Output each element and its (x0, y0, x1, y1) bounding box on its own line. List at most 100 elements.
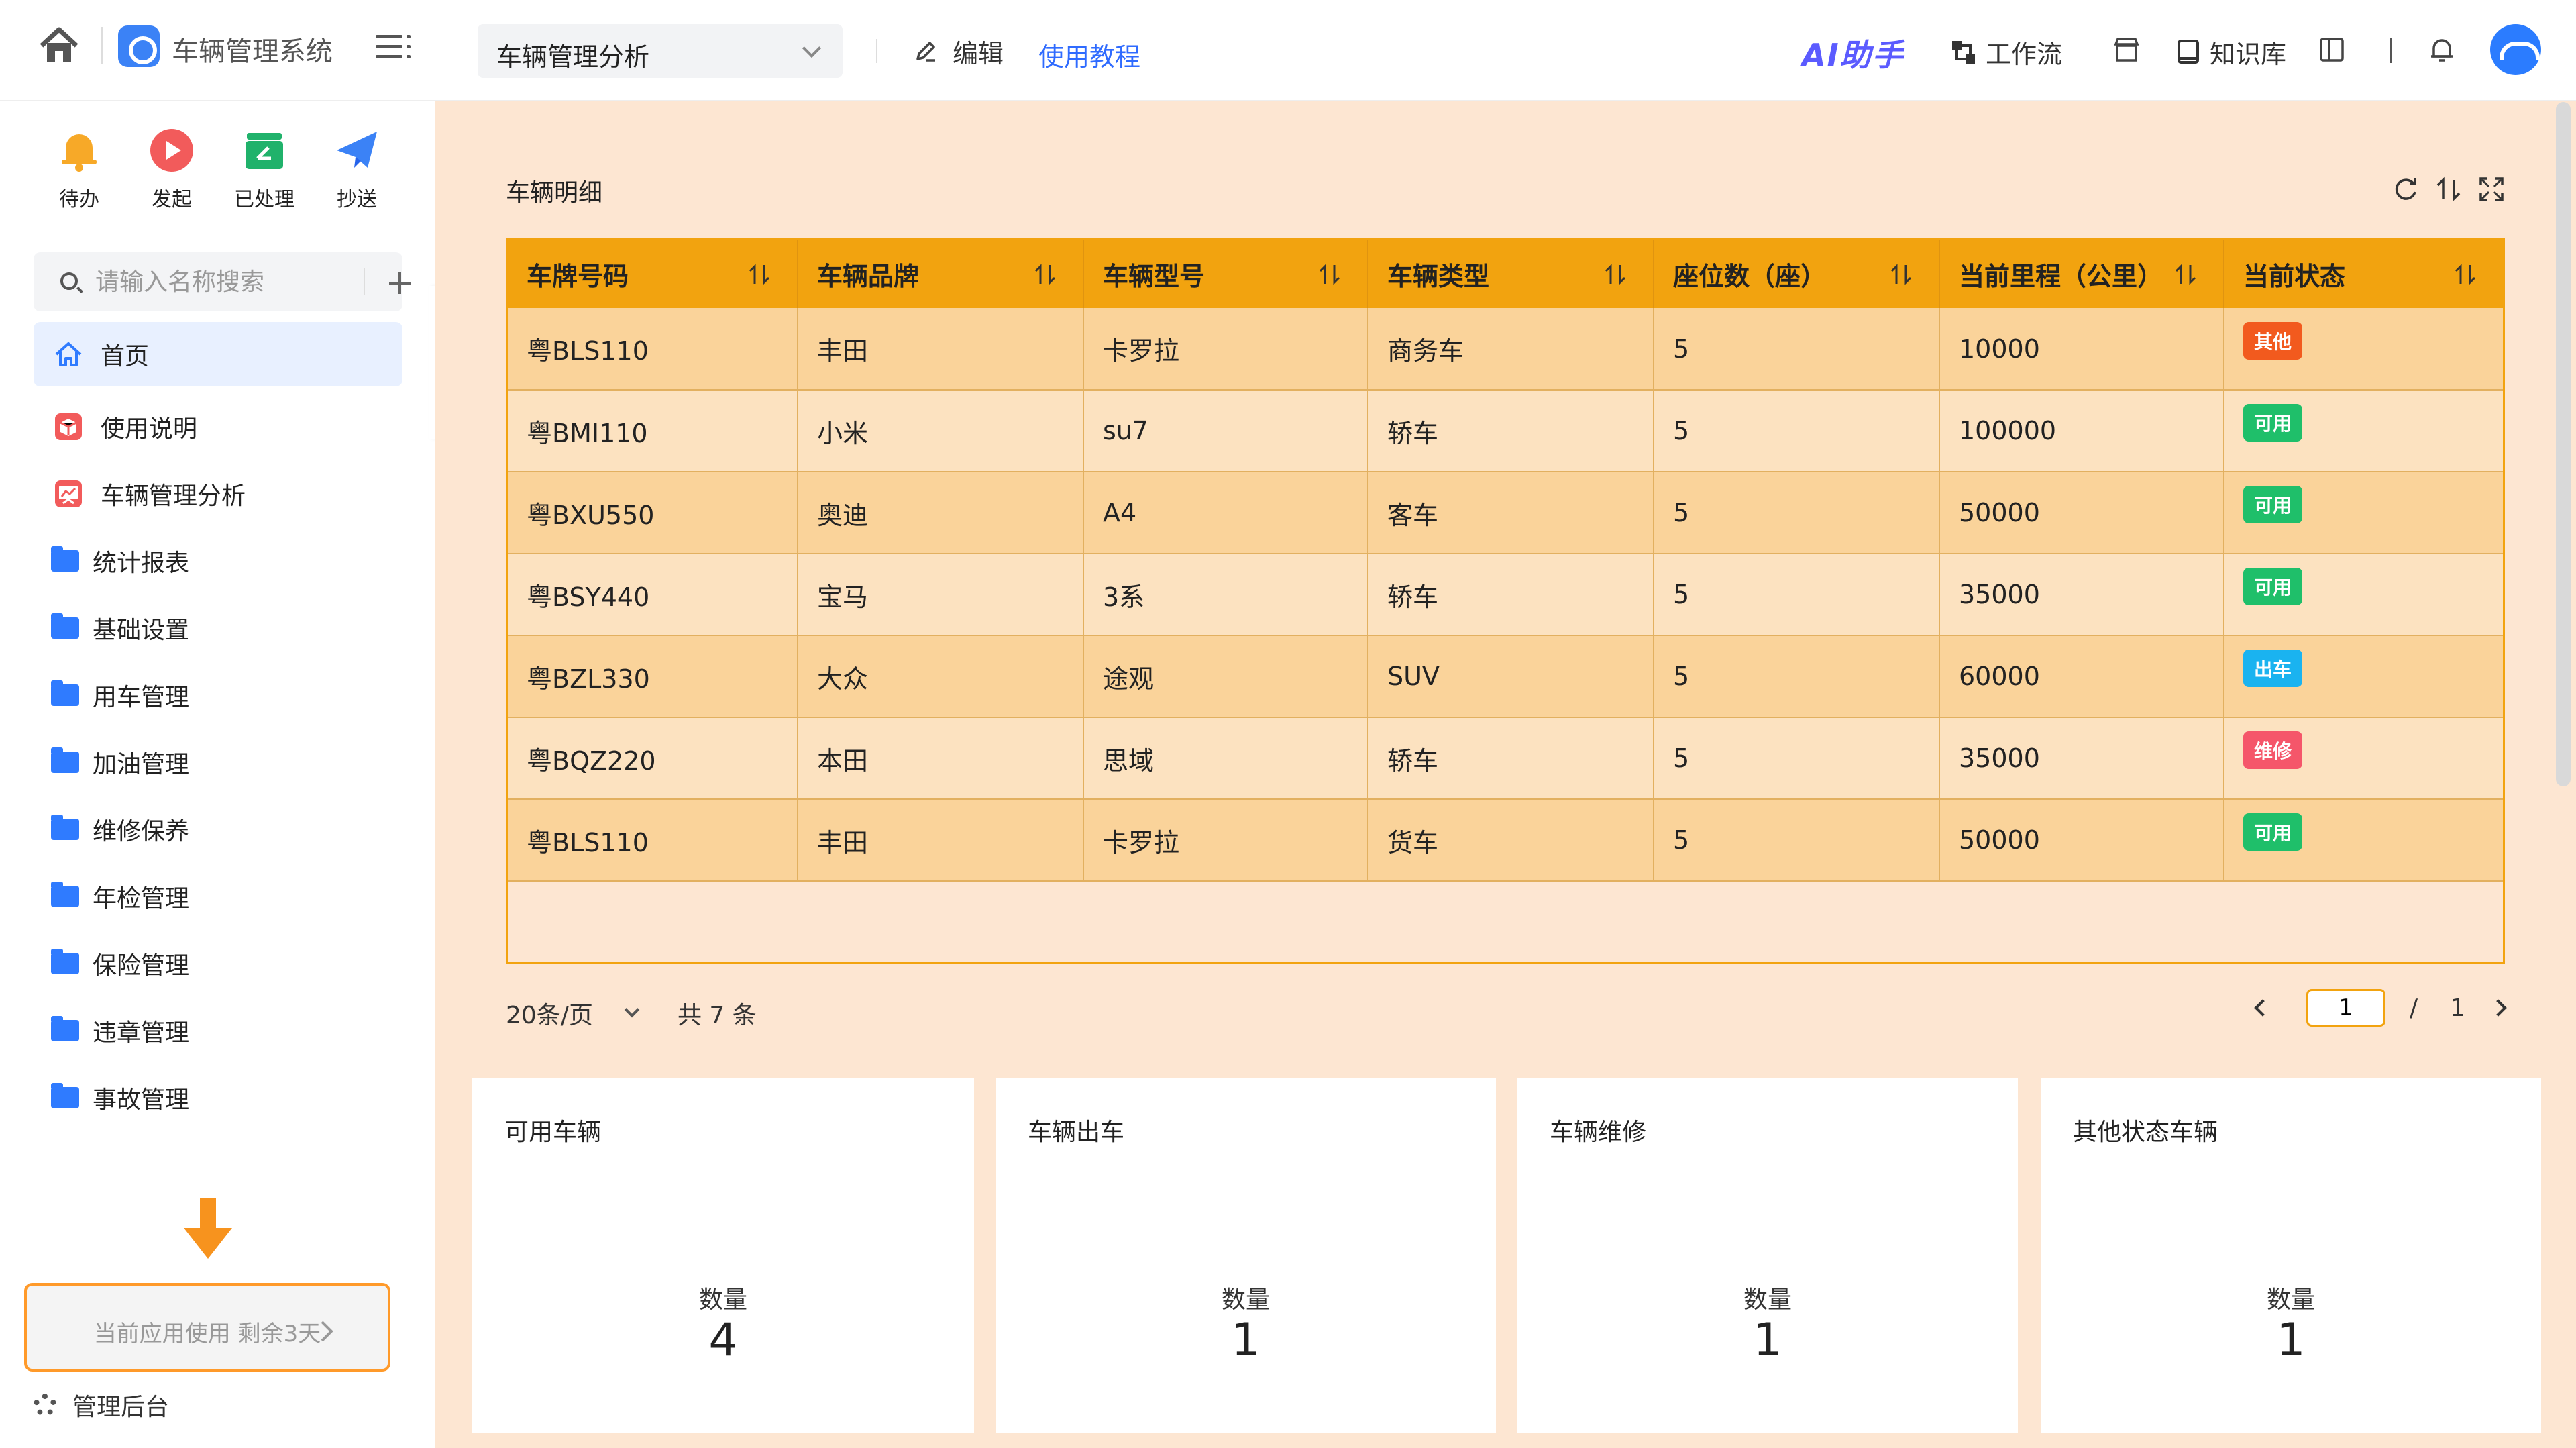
sidebar-item-label: 基础设置 (93, 617, 190, 644)
sidebar-item-maintenance[interactable]: 维修保养 (34, 797, 402, 862)
sidebar-item-vehicle-usage[interactable]: 用车管理 (34, 663, 402, 727)
trial-remaining-button[interactable]: 当前应用使用 剩余3天 (24, 1283, 390, 1372)
sidebar-item-basic-settings[interactable]: 基础设置 (34, 596, 402, 660)
chevron-right-icon (321, 1321, 333, 1342)
cell-type: 客车 (1368, 472, 1654, 554)
column-header-seats[interactable]: 座位数（座） (1654, 240, 1940, 308)
scrollbar[interactable] (2556, 102, 2571, 786)
column-header-status[interactable]: 当前状态 (2224, 240, 2503, 308)
cell-model: 卡罗拉 (1083, 308, 1368, 391)
card-title: 可用车辆 (504, 1119, 602, 1146)
cell-plate: 粤BMI110 (508, 390, 798, 472)
sidebar-item-home[interactable]: 首页 (34, 322, 402, 386)
store-icon[interactable] (2112, 35, 2141, 64)
column-header-brand[interactable]: 车辆品牌 (798, 240, 1084, 308)
cell-type: SUV (1368, 635, 1654, 718)
fullscreen-icon[interactable] (2477, 174, 2506, 204)
folder-icon (51, 747, 79, 773)
cell-mileage: 50000 (1939, 799, 2224, 882)
column-header-plate[interactable]: 车牌号码 (508, 240, 798, 308)
table-row[interactable]: 粤BQZ220 本田 思域 轿车 5 35000 维修 (508, 717, 2503, 800)
chevron-down-icon[interactable] (624, 1002, 640, 1018)
sidebar-item-statistics[interactable]: 统计报表 (34, 529, 402, 593)
sort-icon[interactable] (1889, 262, 1913, 287)
empty-cell (1368, 881, 1654, 960)
empty-cell (1083, 881, 1368, 960)
sort-icon[interactable] (1033, 262, 1057, 287)
empty-cell (1654, 881, 1939, 960)
cell-mileage: 10000 (1939, 308, 2224, 391)
menu-toggle-icon[interactable] (376, 35, 411, 59)
card-value: 1 (1753, 1314, 1782, 1367)
table-row[interactable]: 粤BLS110 丰田 卡罗拉 货车 5 50000 可用 (508, 799, 2503, 882)
cell-plate: 粤BXU550 (508, 472, 798, 554)
quick-action-todo[interactable]: 待办 (32, 127, 126, 212)
page-size-select[interactable]: 20条/页 (506, 996, 593, 1031)
sort-icon[interactable] (1318, 262, 1342, 287)
sort-icon[interactable] (2434, 174, 2463, 204)
cell-status: 可用 (2224, 390, 2503, 472)
admin-label: 管理后台 (72, 1394, 170, 1421)
table-row[interactable]: 粤BSY440 宝马 3系 轿车 5 35000 可用 (508, 554, 2503, 636)
admin-console-link[interactable]: 管理后台 (34, 1388, 169, 1423)
quick-action-start[interactable]: 发起 (125, 127, 219, 212)
quick-action-processed[interactable]: 已处理 (217, 127, 311, 212)
refresh-icon[interactable] (2391, 174, 2420, 204)
stat-card-available: 可用车辆 数量 4 (472, 1078, 974, 1433)
column-header-model[interactable]: 车辆型号 (1083, 240, 1368, 308)
sidebar-item-label: 统计报表 (93, 550, 190, 577)
chart-icon (55, 480, 82, 507)
table-row[interactable]: 粤BMI110 小米 su7 轿车 5 100000 可用 (508, 390, 2503, 472)
sidebar-item-accidents[interactable]: 事故管理 (34, 1066, 402, 1130)
page-select[interactable]: 车辆管理分析 (478, 24, 843, 78)
done-icon (246, 133, 283, 169)
home-icon[interactable] (38, 24, 80, 67)
sidebar-item-usage-guide[interactable]: 使用说明 (34, 395, 402, 459)
sidebar-panel-icon[interactable] (2317, 35, 2347, 64)
quick-action-cc[interactable]: 抄送 (310, 127, 404, 212)
cell-type: 轿车 (1368, 554, 1654, 636)
sidebar-item-insurance[interactable]: 保险管理 (34, 931, 402, 996)
sort-icon[interactable] (2453, 262, 2477, 287)
doc-icon (55, 413, 82, 440)
sidebar-item-inspection[interactable]: 年检管理 (34, 864, 402, 929)
user-avatar[interactable] (2490, 24, 2541, 75)
search-input[interactable] (94, 264, 349, 299)
sort-icon[interactable] (1603, 262, 1627, 287)
card-value: 1 (2276, 1314, 2306, 1367)
edit-button[interactable]: 编辑 (912, 31, 1004, 71)
cell-plate: 粤BLS110 (508, 308, 798, 391)
card-label: 数量 (1221, 1286, 1270, 1314)
add-icon[interactable] (389, 272, 411, 294)
table-row[interactable]: 粤BXU550 奥迪 A4 客车 5 50000 可用 (508, 472, 2503, 554)
cell-plate: 粤BLS110 (508, 799, 798, 882)
tutorial-link[interactable]: 使用教程 (1038, 36, 1140, 73)
cell-seats: 5 (1654, 799, 1940, 882)
column-header-mileage[interactable]: 当前里程（公里） (1939, 240, 2224, 308)
sidebar-item-vehicle-analysis[interactable]: 车辆管理分析 (34, 462, 402, 526)
sort-icon[interactable] (2174, 262, 2198, 287)
status-badge: 可用 (2243, 486, 2303, 523)
sort-icon[interactable] (747, 262, 771, 287)
column-header-type[interactable]: 车辆类型 (1368, 240, 1654, 308)
sidebar-item-label: 违章管理 (93, 1019, 190, 1047)
table-row[interactable]: 粤BLS110 丰田 卡罗拉 商务车 5 10000 其他 (508, 308, 2503, 391)
page-number-input[interactable] (2306, 989, 2385, 1027)
workflow-button[interactable]: 工作流 (1949, 34, 2062, 70)
ai-helper-button[interactable]: AI助手 (1802, 31, 1904, 75)
cell-plate: 粤BQZ220 (508, 717, 798, 800)
notification-bell-icon[interactable] (2427, 35, 2457, 64)
table-row[interactable]: 粤BZL330 大众 途观 SUV 5 60000 出车 (508, 635, 2503, 718)
next-page-icon[interactable] (2489, 999, 2507, 1017)
cell-model: 卡罗拉 (1083, 799, 1368, 882)
sidebar-item-violations[interactable]: 违章管理 (34, 998, 402, 1063)
page-separator: / (2410, 994, 2418, 1022)
sidebar-item-fuel[interactable]: 加油管理 (34, 730, 402, 794)
edit-label: 编辑 (953, 38, 1004, 68)
empty-cell (1939, 881, 2224, 960)
cell-brand: 宝马 (798, 554, 1084, 636)
prev-page-icon[interactable] (2254, 999, 2271, 1017)
sidebar-item-label: 事故管理 (93, 1086, 190, 1114)
knowledge-base-button[interactable]: 知识库 (2176, 34, 2286, 70)
folder-icon (51, 815, 79, 840)
